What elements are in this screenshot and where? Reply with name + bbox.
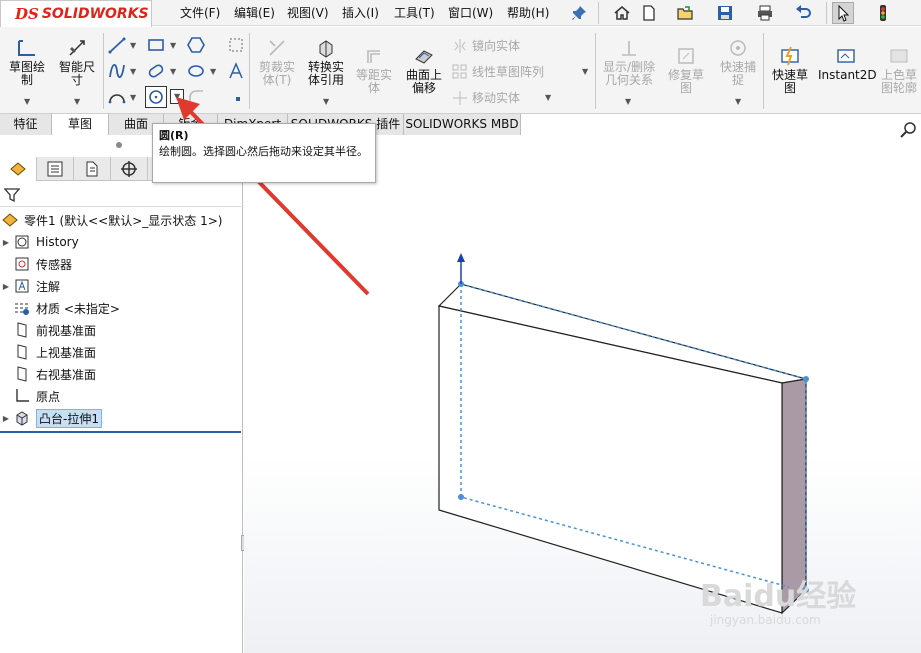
tooltip-title: 圆(R) <box>159 129 189 142</box>
tooltip-body: 绘制圆。选择圆心然后拖动来设定其半径。 <box>159 145 368 158</box>
annotation-arrow <box>176 97 370 296</box>
circle-tooltip: 圆(R) 绘制圆。选择圆心然后拖动来设定其半径。 <box>152 123 376 183</box>
solidworks-window: DS SOLIDWORKS 文件(F) 编辑(E) 视图(V) 插入(I) 工具… <box>0 0 921 653</box>
